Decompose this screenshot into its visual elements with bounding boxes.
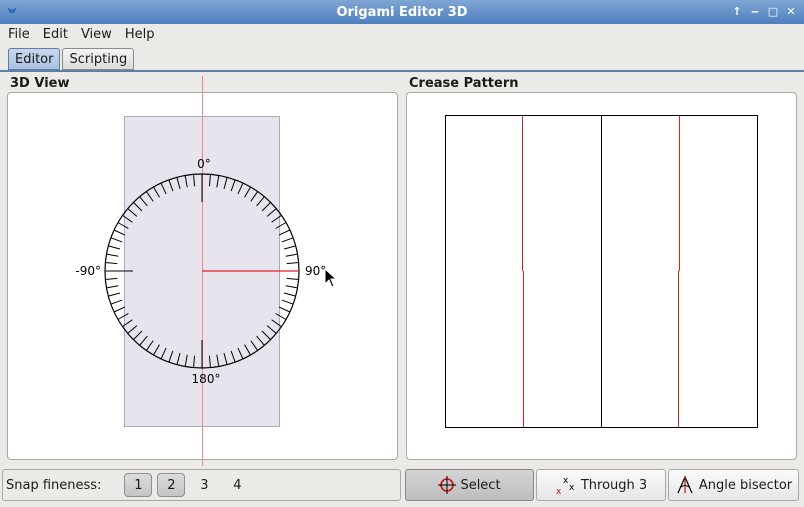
- snap-option-3[interactable]: 3: [190, 473, 218, 497]
- svg-text:x: x: [569, 483, 575, 493]
- svg-text:x: x: [556, 487, 562, 495]
- angle-bisector-tool-label: Angle bisector: [698, 477, 793, 493]
- crease-canvas: [445, 115, 758, 428]
- snap-fineness-group: Snap fineness: 1 2 3 4: [2, 469, 401, 501]
- snap-fineness-label: Snap fineness:: [6, 477, 102, 493]
- angle-bisector-icon: [677, 475, 693, 494]
- through3-tool-button[interactable]: x x x Through 3: [536, 469, 666, 501]
- snap-option-4[interactable]: 4: [223, 473, 251, 497]
- angle-bisector-tool-button[interactable]: Angle bisector: [668, 469, 799, 501]
- through3-tool-label: Through 3: [580, 477, 648, 493]
- three-points-icon: x x x: [556, 476, 575, 495]
- crosshair-icon: [438, 476, 457, 494]
- select-tool-button[interactable]: Select: [405, 469, 534, 501]
- snap-option-2[interactable]: 2: [157, 473, 186, 497]
- bottom-toolbar: Snap fineness: 1 2 3 4 Select x x x Thro…: [0, 466, 804, 507]
- snap-option-1[interactable]: 1: [124, 473, 153, 497]
- mouse-pointer-icon: [324, 268, 338, 288]
- select-tool-label: Select: [460, 477, 501, 493]
